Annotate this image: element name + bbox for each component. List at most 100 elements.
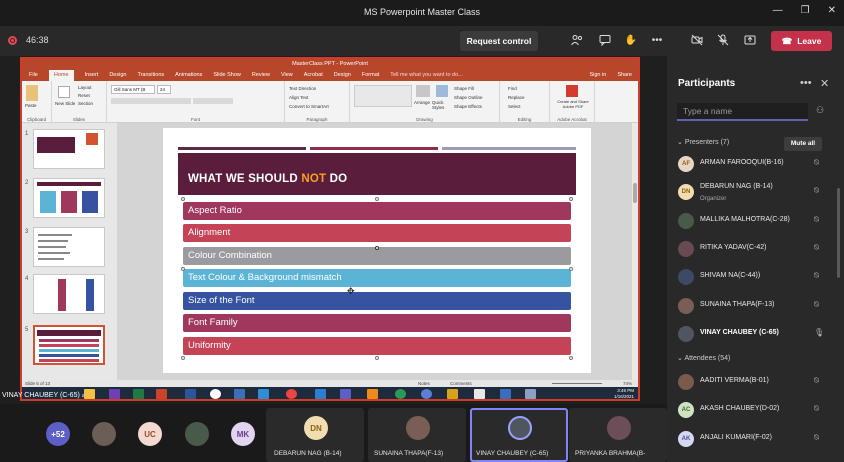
mic-off-icon[interactable]: ⍉ xyxy=(814,433,819,443)
quick-styles-icon[interactable] xyxy=(436,85,448,97)
slide-thumbnail-pane[interactable]: 1 2 3 4 5 xyxy=(22,123,117,380)
selection-handle[interactable] xyxy=(181,197,185,201)
tab-review[interactable]: Review xyxy=(252,70,270,81)
slide-list-item[interactable]: Uniformity xyxy=(183,337,571,355)
excel-icon[interactable] xyxy=(133,389,144,399)
slide-thumbnail-2[interactable] xyxy=(33,178,105,218)
quick-styles-button[interactable]: Quick Styles xyxy=(432,100,450,110)
tab-design[interactable]: Design xyxy=(109,70,126,81)
slide-scrollbar[interactable] xyxy=(632,123,638,380)
attendees-section-header[interactable]: ⌄ Attendees (54) xyxy=(677,354,730,362)
participant-tile[interactable]: SUNAINA THAPA(F-13) xyxy=(368,408,466,462)
slide-thumbnail-3[interactable] xyxy=(33,227,105,267)
comments-button[interactable]: Comments xyxy=(450,380,472,387)
participant-tile-speaking[interactable]: VINAY CHAUBEY (C-65) xyxy=(470,408,568,462)
mic-off-icon[interactable]: ⍉ xyxy=(814,243,819,253)
mic-off-icon[interactable] xyxy=(717,34,729,46)
overflow-participants-badge[interactable]: +52 xyxy=(46,422,70,446)
chrome-icon[interactable] xyxy=(210,389,221,399)
sign-in-link[interactable]: Sign in xyxy=(589,70,606,81)
rotate-handle-icon[interactable] xyxy=(375,246,379,250)
leave-button[interactable]: ☎ Leave xyxy=(771,31,832,51)
tab-format[interactable]: Format xyxy=(362,70,379,81)
teams-icon[interactable] xyxy=(340,389,351,399)
arrange-icon[interactable] xyxy=(416,85,430,97)
find-button[interactable]: Find xyxy=(508,84,525,93)
app-icon[interactable] xyxy=(447,389,458,399)
selection-handle[interactable] xyxy=(569,267,573,271)
mic-off-icon[interactable]: ⍉ xyxy=(814,215,819,225)
layout-button[interactable]: Layout xyxy=(78,84,93,92)
word-icon[interactable] xyxy=(185,389,196,399)
mute-all-button[interactable]: Mute all xyxy=(784,137,822,151)
app-icon[interactable] xyxy=(286,389,297,399)
chat-icon[interactable] xyxy=(599,34,611,46)
tab-home[interactable]: Home xyxy=(48,70,74,81)
shapes-gallery[interactable] xyxy=(354,85,412,107)
slide-canvas[interactable]: WHAT WE SHOULD NOT DO Aspect Ratio Align… xyxy=(163,128,591,373)
slide-thumbnail-1[interactable] xyxy=(33,129,105,169)
maximize-button[interactable]: ❐ xyxy=(801,5,810,16)
tab-drawing-design[interactable]: Design xyxy=(334,70,351,81)
participant-tile[interactable]: PRIYANKA BRAHMA(B- xyxy=(569,408,667,462)
slide-list-item[interactable]: Font Family xyxy=(183,314,571,332)
raise-hand-icon[interactable]: ✋ xyxy=(625,34,637,46)
shape-outline-button[interactable]: Shape Outline xyxy=(454,93,483,102)
selection-handle[interactable] xyxy=(375,197,379,201)
app-icon[interactable] xyxy=(525,389,536,399)
share-invite-icon[interactable]: ⚇ xyxy=(816,105,824,116)
participant-row[interactable]: VINAY CHAUBEY (C-65) 🎙 xyxy=(667,320,837,348)
participant-row[interactable]: DN DEBARUN NAG (B-14) Organizer ⍉ xyxy=(667,178,837,206)
mic-off-icon[interactable]: ⍉ xyxy=(814,376,819,386)
participant-row[interactable]: AF ARMAN FAROOQUI(B-16) ⍉ xyxy=(667,150,837,178)
selection-handle[interactable] xyxy=(569,197,573,201)
app-icon[interactable] xyxy=(315,389,326,399)
notes-button[interactable]: Notes xyxy=(418,380,430,387)
close-icon[interactable]: ✕ xyxy=(820,77,829,90)
tab-insert[interactable]: Insert xyxy=(85,70,99,81)
share-link[interactable]: Share xyxy=(617,70,632,81)
arrange-button[interactable]: Arrange xyxy=(414,100,430,105)
tab-view[interactable]: View xyxy=(281,70,293,81)
vlc-icon[interactable] xyxy=(367,389,378,399)
tab-transitions[interactable]: Transitions xyxy=(137,70,164,81)
tab-animations[interactable]: Animations xyxy=(175,70,202,81)
participant-row[interactable]: AADITI VERMA(B-01) ⍉ xyxy=(667,368,837,396)
participant-tile[interactable]: DN DEBARUN NAG (B-14) xyxy=(266,408,364,462)
mic-off-icon[interactable]: ⍉ xyxy=(814,186,819,196)
mic-off-icon[interactable]: ⍉ xyxy=(814,300,819,310)
text-direction-button[interactable]: Text Direction xyxy=(289,84,329,93)
font-name-select[interactable]: Gill Sans MT (B xyxy=(111,85,155,94)
paste-icon[interactable] xyxy=(26,85,38,101)
align-text-button[interactable]: Align Text xyxy=(289,93,329,102)
tab-acrobat[interactable]: Acrobat xyxy=(304,70,323,81)
slide-thumbnail-4[interactable] xyxy=(33,274,105,314)
selection-handle[interactable] xyxy=(375,356,379,360)
replace-button[interactable]: Replace xyxy=(508,93,525,102)
visual-studio-icon[interactable] xyxy=(109,389,120,399)
adobe-pdf-icon[interactable] xyxy=(566,85,578,97)
request-control-button[interactable]: Request control xyxy=(460,31,538,51)
shape-fill-button[interactable]: Shape Fill xyxy=(454,84,483,93)
smartart-button[interactable]: Convert to SmartArt xyxy=(289,102,329,111)
section-button[interactable]: Section xyxy=(78,100,93,108)
create-pdf-button[interactable]: Create and Share Adobe PDF xyxy=(552,99,594,109)
selection-handle[interactable] xyxy=(181,267,185,271)
participant-row[interactable]: SHIVAM NA(C-44)) ⍉ xyxy=(667,263,837,291)
app-icon[interactable] xyxy=(258,389,269,399)
mic-on-icon[interactable]: 🎙 xyxy=(814,328,824,337)
search-input[interactable]: Type a name xyxy=(677,103,808,121)
reset-button[interactable]: Reset xyxy=(78,92,93,100)
panel-scrollbar[interactable] xyxy=(837,188,840,278)
select-button[interactable]: Select xyxy=(508,102,525,111)
mic-off-icon[interactable]: ⍉ xyxy=(814,404,819,414)
slide-list-item[interactable]: Size of the Font xyxy=(183,292,571,310)
zoom-slider[interactable] xyxy=(552,383,602,384)
font-color-buttons[interactable] xyxy=(193,98,233,104)
share-screen-icon[interactable] xyxy=(744,34,756,46)
tell-me-box[interactable]: Tell me what you want to do... xyxy=(390,70,462,81)
more-icon[interactable]: ••• xyxy=(651,34,663,46)
more-options-icon[interactable]: ••• xyxy=(800,77,812,89)
selection-handle[interactable] xyxy=(569,356,573,360)
paste-button[interactable]: Paste xyxy=(25,103,37,108)
